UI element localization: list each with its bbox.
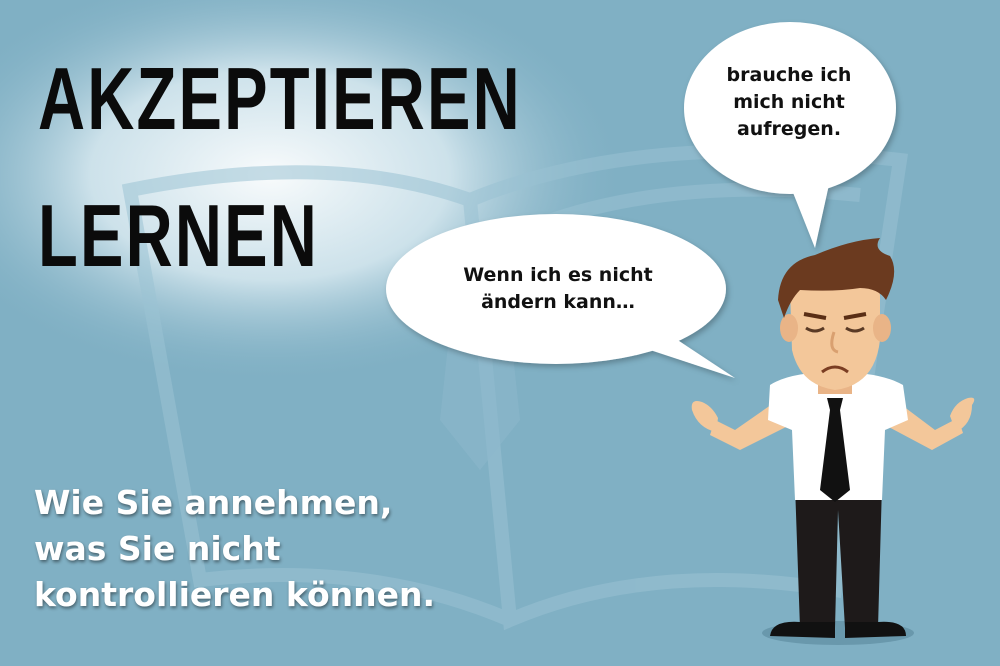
speech-right-line: mich nicht xyxy=(733,91,845,113)
subtitle-line: was Sie nicht xyxy=(34,529,281,568)
speech-bubble-right-text: brauche ich mich nicht aufregen. xyxy=(694,62,884,143)
speech-right-line: brauche ich xyxy=(726,64,852,86)
subtitle-line: kontrollieren können. xyxy=(34,575,436,614)
speech-left-line: Wenn ich es nicht xyxy=(463,264,653,286)
speech-left-line: ändern kann… xyxy=(481,291,635,313)
speech-bubble-left-text: Wenn ich es nicht ändern kann… xyxy=(400,262,716,316)
headline-line-2: LERNEN xyxy=(38,186,320,285)
subtitle: Wie Sie annehmen, was Sie nicht kontroll… xyxy=(34,480,435,618)
subtitle-line: Wie Sie annehmen, xyxy=(34,483,393,522)
speech-right-line: aufregen. xyxy=(736,118,842,140)
headline-line-1: AKZEPTIEREN xyxy=(38,49,522,148)
